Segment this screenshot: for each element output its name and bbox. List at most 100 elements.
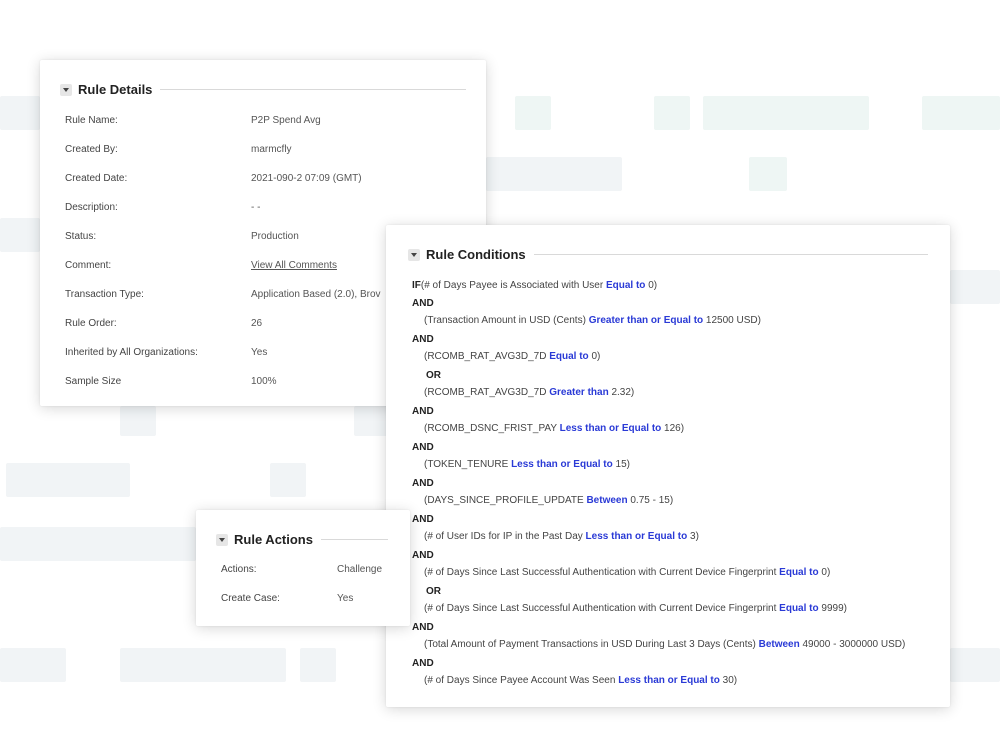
condition-operator: Between: [758, 639, 800, 650]
collapse-triangle-icon[interactable]: [216, 533, 228, 546]
header-divider: [320, 539, 388, 540]
detail-label: Created By:: [65, 144, 118, 155]
condition-value: 0): [645, 280, 658, 291]
condition-line: (TOKEN_TENURE Less than or Equal to 15): [424, 459, 630, 470]
and-keyword: AND: [412, 550, 434, 561]
condition-value: 126): [661, 423, 685, 434]
condition-operator: Equal to: [549, 351, 589, 362]
condition-operator: Less than or Equal to: [618, 675, 720, 686]
detail-label: Inherited by All Organizations:: [65, 347, 198, 358]
detail-row: Created Date: 2021-090-2 07:09 (GMT): [65, 173, 465, 187]
condition-operator: Less than or Equal to: [585, 531, 688, 542]
condition-line: (DAYS_SINCE_PROFILE_UPDATE Between 0.75 …: [424, 495, 673, 506]
detail-label: Status:: [65, 231, 97, 242]
and-keyword: AND: [412, 406, 434, 417]
detail-label: Created Date:: [65, 173, 128, 184]
rule-conditions-header[interactable]: Rule Conditions: [408, 247, 928, 262]
and-keyword: AND: [412, 658, 434, 669]
condition-field: (# of Days Since Payee Account Was Seen: [424, 675, 619, 686]
condition-value: 12500 USD): [703, 315, 761, 326]
condition-field: (# of Days Payee is Associated with User: [420, 280, 606, 291]
condition-line: (Total Amount of Payment Transactions in…: [424, 639, 905, 650]
collapse-triangle-icon[interactable]: [408, 248, 420, 261]
detail-value: 26: [251, 318, 263, 329]
condition-line: (RCOMB_DSNC_FRIST_PAY Less than or Equal…: [424, 423, 684, 434]
detail-label: Description:: [65, 202, 118, 213]
condition-operator: Greater than: [549, 387, 609, 398]
condition-operator: Less than or Equal to: [511, 459, 613, 470]
condition-field: (RCOMB_RAT_AVG3D_7D: [424, 351, 550, 362]
or-keyword: OR: [426, 370, 441, 381]
detail-label: Rule Order:: [65, 318, 117, 329]
detail-row: Rule Name: P2P Spend Avg: [65, 115, 465, 129]
detail-value: marmcfly: [251, 144, 292, 155]
and-keyword: AND: [412, 442, 434, 453]
detail-value: P2P Spend Avg: [251, 115, 321, 126]
rule-details-title: Rule Details: [78, 82, 153, 97]
detail-value: - -: [251, 202, 261, 213]
rule-actions-panel: Rule Actions Actions: Challenge Create Cas…: [196, 510, 410, 626]
condition-operator: Equal to: [779, 567, 819, 578]
condition-operator: Equal to: [779, 603, 819, 614]
condition-operator: Equal to: [605, 280, 646, 291]
detail-label: Sample Size: [65, 376, 122, 387]
view-all-comments-link[interactable]: View All Comments: [251, 260, 337, 271]
condition-operator: Between: [586, 495, 628, 506]
detail-label: Rule Name:: [65, 115, 118, 126]
detail-value: 2021-090-2 07:09 (GMT): [251, 173, 362, 184]
condition-value: 3): [687, 531, 699, 542]
condition-line: (Transaction Amount in USD (Cents) Great…: [424, 315, 761, 326]
condition-line: (RCOMB_RAT_AVG3D_7D Equal to 0): [424, 351, 600, 362]
action-value: Challenge: [337, 564, 383, 575]
action-row: Create Case: Yes: [221, 593, 401, 607]
detail-value: Production: [251, 231, 299, 242]
condition-value: 0.75 - 15): [627, 495, 674, 506]
and-keyword: AND: [412, 334, 434, 345]
condition-line: (RCOMB_RAT_AVG3D_7D Greater than 2.32): [424, 387, 634, 398]
rule-actions-header[interactable]: Rule Actions: [216, 532, 388, 547]
condition-field: (Transaction Amount in USD (Cents): [424, 315, 589, 326]
condition-line: (# of User IDs for IP in the Past Day Le…: [424, 531, 699, 542]
and-keyword: AND: [412, 514, 434, 525]
header-divider: [160, 89, 466, 90]
condition-field: (RCOMB_RAT_AVG3D_7D: [424, 387, 550, 398]
condition-field: (TOKEN_TENURE: [424, 459, 512, 470]
condition-value: 15): [612, 459, 630, 470]
condition-field: (# of Days Since Last Successful Authent…: [424, 567, 780, 578]
condition-value: 9999): [818, 603, 847, 614]
action-label: Create Case:: [221, 593, 280, 604]
and-keyword: AND: [412, 478, 434, 489]
detail-value: 100%: [251, 376, 277, 387]
detail-row: Description: - -: [65, 202, 465, 216]
condition-field: (# of User IDs for IP in the Past Day: [424, 531, 586, 542]
condition-field: (Total Amount of Payment Transactions in…: [424, 639, 759, 650]
condition-line: (# of Days Since Last Successful Authent…: [424, 567, 830, 578]
condition-field: (RCOMB_DSNC_FRIST_PAY: [424, 423, 560, 434]
and-keyword: AND: [412, 298, 434, 309]
condition-value: 49000 - 3000000 USD): [799, 639, 906, 650]
header-divider: [533, 254, 928, 255]
condition-line: IF(# of Days Payee is Associated with Us…: [412, 280, 657, 291]
detail-value: Application Based (2.0), Brov: [251, 289, 381, 300]
condition-value: 0): [818, 567, 831, 578]
detail-label: Transaction Type:: [65, 289, 144, 300]
action-label: Actions:: [221, 564, 257, 575]
condition-field: (# of Days Since Last Successful Authent…: [424, 603, 780, 614]
detail-label: Comment:: [65, 260, 112, 271]
and-keyword: AND: [412, 622, 434, 633]
collapse-triangle-icon[interactable]: [60, 83, 72, 96]
action-value: Yes: [337, 593, 354, 604]
condition-field: (DAYS_SINCE_PROFILE_UPDATE: [424, 495, 587, 506]
condition-line: (# of Days Since Payee Account Was Seen …: [424, 675, 737, 686]
detail-value: Yes: [251, 347, 268, 358]
rule-conditions-panel: Rule Conditions IF(# of Days Payee is As…: [386, 225, 950, 707]
or-keyword: OR: [426, 586, 441, 597]
condition-line: (# of Days Since Last Successful Authent…: [424, 603, 847, 614]
condition-operator: Less than or Equal to: [559, 423, 662, 434]
condition-value: 30): [719, 675, 738, 686]
condition-keyword: IF: [412, 280, 421, 291]
rule-details-header[interactable]: Rule Details: [60, 82, 466, 97]
condition-value: 2.32): [608, 387, 635, 398]
condition-operator: Greater than or Equal to: [588, 315, 704, 326]
rule-conditions-title: Rule Conditions: [426, 247, 526, 262]
